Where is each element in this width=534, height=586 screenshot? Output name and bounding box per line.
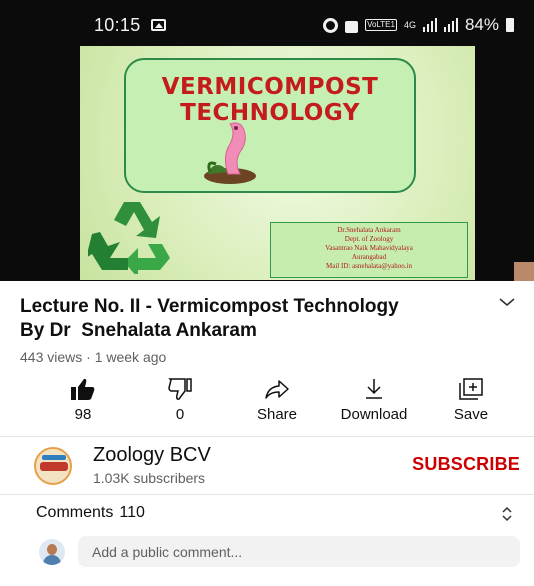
action-bar: 98 0 Share Download Save [0, 374, 534, 432]
volte-indicator: VoLTE1 [365, 19, 397, 31]
comments-header[interactable]: Comments 110 [36, 504, 145, 522]
save-label: Save [453, 406, 489, 423]
dislike-button[interactable]: 0 [140, 374, 220, 423]
comment-input[interactable]: Add a public comment... [78, 536, 520, 567]
download-label: Download [340, 406, 408, 423]
video-title-line2: By Dr Snehalata Ankaram [20, 320, 257, 341]
status-time: 10:15 [94, 15, 141, 35]
credit-line: Dept. of Zoology [344, 235, 394, 243]
share-button[interactable]: Share [237, 374, 317, 423]
lock-icon [345, 20, 359, 33]
slide-title-line1: VERMICOMPOST [161, 74, 379, 100]
video-title[interactable]: Lecture No. II - Vermicompost Technology… [20, 295, 480, 343]
credit-line: Dr.Snehalata Ankaram [337, 226, 401, 234]
download-button[interactable]: Download [334, 374, 414, 423]
battery-icon [506, 18, 514, 32]
dislike-count: 0 [175, 406, 185, 423]
status-bar: 10:15 VoLTE1 4G 84% [0, 0, 534, 46]
share-label: Share [256, 406, 298, 423]
thumbs-up-icon [71, 378, 95, 400]
recycle-icon [88, 202, 170, 274]
subscribe-button[interactable]: SUBSCRIBE [412, 454, 520, 475]
save-button[interactable]: Save [431, 374, 511, 423]
user-avatar [39, 539, 65, 565]
signal-icon-2 [443, 18, 458, 32]
alarm-icon [323, 17, 339, 33]
chevron-down-icon[interactable] [498, 296, 516, 308]
video-meta: 443 views · 1 week ago [20, 349, 167, 365]
subscriber-count: 1.03K subscribers [93, 470, 206, 486]
credit-line: Aurangabad [351, 253, 387, 261]
share-icon [265, 380, 289, 399]
comments-label: Comments [36, 504, 114, 521]
divider [0, 494, 534, 495]
network-type: 4G [403, 19, 416, 30]
credit-line: Mail ID: asnehalata@yahoo.in [326, 262, 412, 270]
slide-title-box: VERMICOMPOST TECHNOLOGY [124, 58, 416, 193]
presenter-thumbnail [514, 262, 534, 281]
thumbs-down-icon [168, 378, 192, 400]
download-icon [366, 379, 382, 399]
slide-credit-box: Dr.Snehalata Ankaram Dept. of Zoology Va… [270, 222, 468, 278]
channel-avatar[interactable] [34, 447, 72, 485]
earthworm-illustration [204, 122, 256, 184]
slide-title-line2: TECHNOLOGY [180, 100, 360, 126]
channel-name[interactable]: Zoology BCV [93, 444, 211, 467]
like-button[interactable]: 98 [43, 374, 123, 423]
video-frame-slide: VERMICOMPOST TECHNOLOGY Dr.Snehalata Ank… [80, 46, 475, 280]
channel-row: Zoology BCV 1.03K subscribers SUBSCRIBE [0, 437, 534, 493]
signal-icon [422, 18, 437, 32]
gallery-notification-icon [151, 19, 166, 31]
video-title-line1: Lecture No. II - Vermicompost Technology [20, 296, 399, 317]
video-player[interactable]: 10:15 VoLTE1 4G 84% VERMICOMPOST TECHNOL… [0, 0, 534, 281]
battery-percent: 84% [464, 15, 499, 34]
like-count: 98 [74, 406, 92, 423]
credit-line: Vasantrao Naik Mahavidyalaya [325, 244, 413, 252]
save-to-playlist-icon [459, 378, 483, 400]
unfold-icon[interactable] [500, 505, 514, 523]
comments-count: 110 [119, 504, 145, 521]
